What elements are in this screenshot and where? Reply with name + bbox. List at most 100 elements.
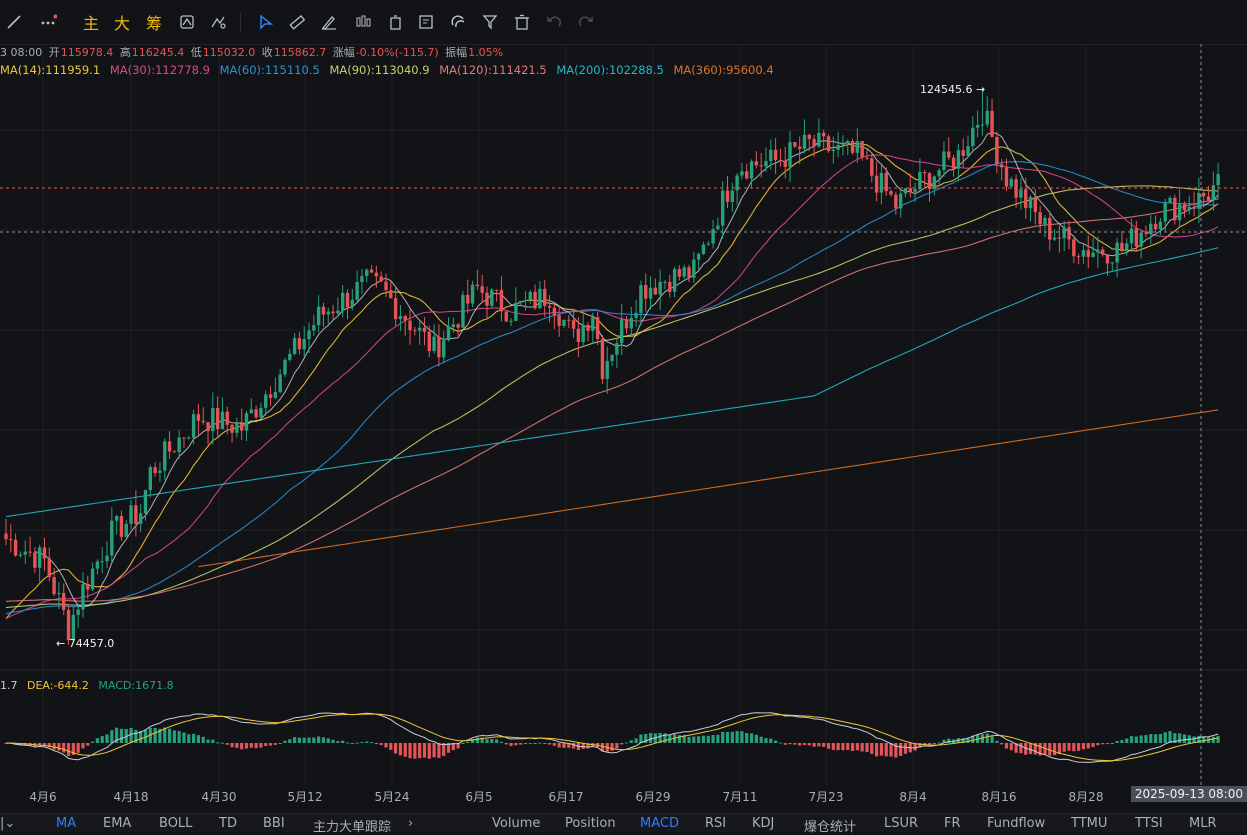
x-tick-label: 4月18: [113, 790, 149, 804]
indicator-mlr[interactable]: MLR: [1189, 816, 1217, 831]
candle-body: [639, 285, 643, 313]
candle-body: [345, 292, 350, 308]
macd-bar: [1052, 743, 1057, 756]
candle-body: [1024, 189, 1028, 209]
indicator-lsur[interactable]: LSUR: [884, 816, 918, 831]
ma-line-ma200: [5, 247, 1219, 518]
candle-body: [894, 194, 898, 209]
indicator-rsi[interactable]: RSI: [705, 816, 726, 831]
macd-bar: [110, 730, 114, 743]
candle-body: [244, 413, 249, 431]
candle-body: [874, 175, 879, 193]
candle-body: [668, 281, 672, 292]
candle-body: [937, 170, 941, 177]
indicator-position[interactable]: Position: [565, 816, 616, 831]
candle-body: [384, 281, 388, 291]
macd-bar: [850, 743, 855, 751]
candle-body: [273, 392, 278, 398]
indicator-volume[interactable]: Volume: [492, 816, 540, 831]
candle-body: [158, 470, 162, 473]
candle-body: [985, 110, 989, 125]
macd-bar: [1153, 734, 1158, 743]
macd-bar: [490, 738, 494, 743]
macd-bar: [369, 742, 374, 744]
macd-bar: [278, 743, 282, 744]
candle-body: [1134, 228, 1139, 247]
macd-bar: [557, 743, 561, 748]
candle-body: [1115, 242, 1119, 263]
macd-bar: [735, 731, 739, 743]
macd-bar: [1182, 734, 1187, 743]
candle-body: [908, 188, 912, 192]
macd-bar: [778, 742, 783, 744]
macd-bar: [100, 736, 104, 743]
indicator-ttmu[interactable]: TTMU: [1071, 816, 1107, 831]
macd-bar: [196, 735, 200, 743]
macd-bar: [1105, 743, 1110, 745]
macd-bar: [259, 743, 263, 748]
indicator-macd[interactable]: MACD: [640, 816, 679, 831]
candle-body: [509, 320, 513, 322]
collapse-icon[interactable]: |⌄: [0, 816, 15, 831]
candle-body: [619, 319, 624, 344]
chevron-right-icon[interactable]: ›: [408, 816, 413, 831]
macd-bar: [384, 743, 388, 748]
candle-body: [480, 286, 484, 293]
candle-body: [1057, 237, 1062, 239]
indicator-bbi[interactable]: BBI: [263, 816, 285, 831]
candle-body: [1120, 242, 1124, 252]
indicator-ma[interactable]: MA: [56, 816, 76, 831]
candlestick-chart[interactable]: [0, 0, 1247, 831]
candle-body: [331, 311, 335, 314]
candle-body: [567, 319, 571, 321]
ma-legend: MA(14):111959.1 MA(30):112778.9 MA(60):1…: [0, 63, 780, 77]
amplitude-label: 振幅: [445, 46, 468, 59]
macd-bar: [749, 733, 754, 743]
candle-body: [918, 171, 922, 190]
indicator-kdj[interactable]: KDJ: [752, 816, 774, 831]
macd-bar: [235, 743, 239, 748]
macd-bar: [1004, 743, 1009, 749]
indicator-ema[interactable]: EMA: [103, 816, 131, 831]
candle-body: [66, 609, 71, 641]
macd-bar: [860, 743, 864, 752]
ma90-legend: MA(90):113040.9: [329, 63, 430, 77]
macd-bar: [687, 736, 691, 743]
indicator-td[interactable]: TD: [219, 816, 237, 831]
candle-body: [1072, 239, 1076, 257]
indicator-boll[interactable]: BOLL: [159, 816, 192, 831]
candle-body: [1125, 243, 1129, 252]
macd-bar: [495, 739, 499, 743]
macd-bar: [841, 743, 845, 751]
x-tick-label: 6月17: [548, 790, 584, 804]
candle-body: [586, 324, 590, 331]
indicator-large-order[interactable]: 主力大单跟踪: [313, 816, 391, 835]
candle-body: [1201, 192, 1206, 197]
candle-body: [538, 288, 542, 309]
macd-bar: [1163, 732, 1167, 743]
candle-body: [514, 302, 518, 321]
macd-bar: [870, 743, 874, 754]
candle-body: [1187, 206, 1191, 211]
macd-bar: [730, 731, 734, 743]
macd-bar: [629, 740, 633, 743]
candle-body: [1028, 196, 1033, 209]
open-value: 115978.4: [60, 46, 114, 59]
macd-bar: [57, 743, 61, 751]
candle-body: [57, 593, 61, 595]
x-tick-label: 5月12: [287, 790, 323, 804]
indicator-fr[interactable]: FR: [944, 816, 961, 831]
macd-bar: [360, 742, 364, 744]
indicator-fundflow[interactable]: Fundflow: [987, 816, 1045, 831]
candle-body: [913, 189, 917, 192]
candle-body: [105, 555, 109, 562]
candle-body: [879, 172, 884, 193]
macd-bar: [538, 742, 542, 744]
indicator-liquidation[interactable]: 爆仓统计: [804, 816, 856, 835]
indicator-ttsi[interactable]: TTSI: [1135, 816, 1163, 831]
macd-bar: [1072, 743, 1076, 752]
x-tick-label: 8月16: [981, 790, 1017, 804]
macd-bar: [716, 734, 720, 743]
candle-body: [663, 281, 667, 283]
macd-bar: [985, 733, 989, 743]
